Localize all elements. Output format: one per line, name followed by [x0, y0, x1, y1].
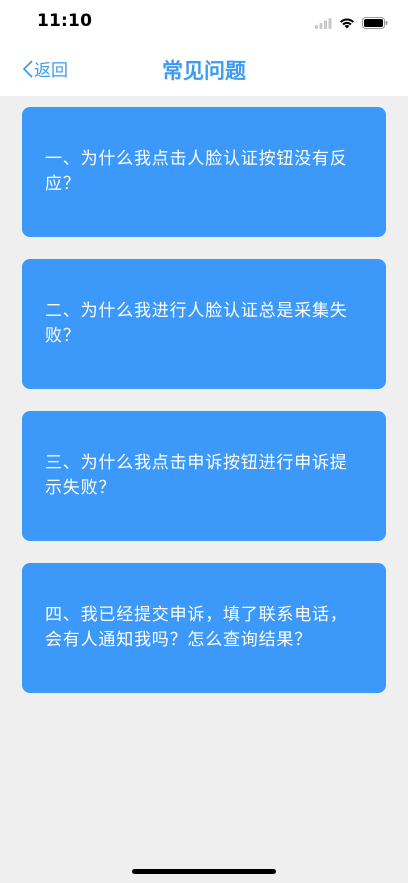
status-bar: 11:10	[0, 0, 408, 44]
status-time: 11:10	[37, 11, 93, 31]
faq-question-text: 一、为什么我点击人脸认证按钮没有反应？	[45, 149, 348, 194]
faq-item-4[interactable]: 四、我已经提交申诉，填了联系电话，会有人通知我吗？怎么查询结果？	[22, 563, 386, 693]
status-icons	[315, 14, 388, 33]
faq-question-text: 三、为什么我点击申诉按钮进行申诉提示失败？	[45, 453, 348, 498]
faq-question-text: 四、我已经提交申诉，填了联系电话，会有人通知我吗？怎么查询结果？	[45, 605, 348, 650]
faq-question-text: 二、为什么我进行人脸认证总是采集失败？	[45, 301, 348, 346]
home-indicator[interactable]	[132, 869, 276, 874]
navigation-bar: 返回 常见问题	[0, 44, 408, 96]
signal-icon	[315, 14, 332, 33]
faq-item-2[interactable]: 二、为什么我进行人脸认证总是采集失败？	[22, 259, 386, 389]
faq-item-1[interactable]: 一、为什么我点击人脸认证按钮没有反应？	[22, 107, 386, 237]
battery-icon	[362, 14, 388, 33]
page-title: 常见问题	[162, 59, 246, 83]
faq-item-3[interactable]: 三、为什么我点击申诉按钮进行申诉提示失败？	[22, 411, 386, 541]
wifi-icon	[339, 14, 355, 33]
